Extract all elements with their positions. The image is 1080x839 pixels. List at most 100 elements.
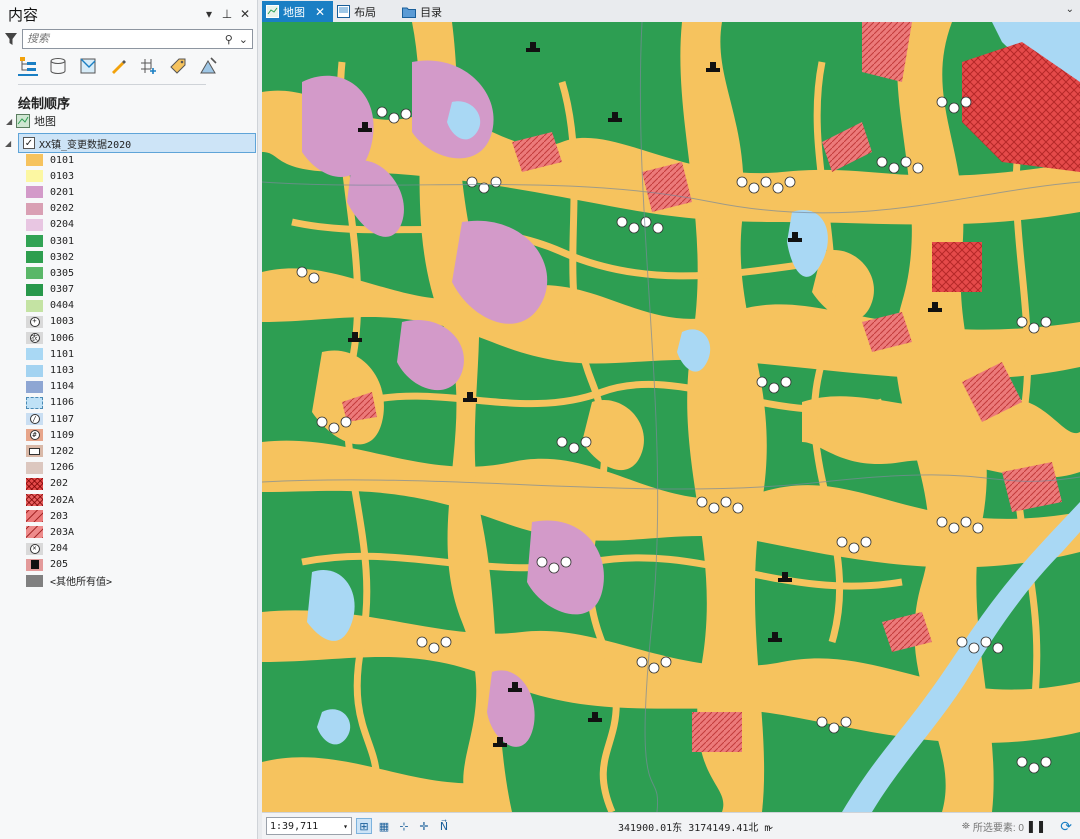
list-by-source-icon[interactable] [48,56,68,76]
legend-swatch [26,380,43,393]
list-by-drawing-order-icon[interactable] [18,56,38,76]
legend-label: 203A [50,526,75,538]
legend-item[interactable]: 0305 [26,265,112,281]
tabs-dropdown-icon[interactable]: ⌄ [1066,4,1074,15]
legend-item[interactable]: 0202 [26,201,112,217]
legend-item[interactable]: 1101 [26,346,112,362]
search-icon[interactable]: ⚲ [225,33,233,46]
legend-item[interactable]: 1104 [26,379,112,395]
pause-drawing-icon[interactable]: ❚❚ [1026,819,1046,833]
legend-item[interactable]: 0101 [26,152,112,168]
drawing-order-heading: 绘制顺序 [18,96,71,111]
tab-map[interactable]: 地图 ✕ [262,1,334,22]
legend-item[interactable]: ✕ 204 [26,541,112,557]
legend-item[interactable]: / 1107 [26,411,112,427]
list-by-perspective-icon[interactable] [198,56,218,76]
legend-swatch [26,186,43,199]
legend-item[interactable]: 0301 [26,233,112,249]
close-tab-icon[interactable]: ✕ [315,5,325,19]
legend-item[interactable]: 1106 [26,395,112,411]
legend-item[interactable]: 0404 [26,298,112,314]
legend-item[interactable]: <其他所有值> [26,573,112,589]
legend-label: 1003 [50,316,75,328]
pin-icon[interactable]: ⊥ [221,7,233,21]
scale-dropdown-icon[interactable]: ▾ [343,822,348,831]
legend-item[interactable]: 202 [26,476,112,492]
legend-symbol-icon: ✕ [29,543,40,554]
legend-label: 1107 [50,413,75,425]
layer-name: XX镇_变更数据2020 [39,139,132,151]
layer-visibility-checkbox[interactable]: ✓ [23,137,35,149]
legend-item[interactable]: 1202 [26,443,112,459]
legend-swatch [26,364,43,377]
legend-swatch [26,251,43,264]
map-canvas[interactable] [262,22,1080,812]
legend-swatch: # [26,429,43,442]
pane-options-icon[interactable]: ▾ [203,7,215,21]
map-icon [16,114,30,128]
legend-item[interactable]: 1206 [26,460,112,476]
legend-label: 202 [50,478,69,490]
list-by-editing-icon[interactable] [108,56,128,76]
legend-swatch [26,283,43,296]
legend-item[interactable]: +1003 [26,314,112,330]
fixed-zoom-icon[interactable]: ⊞ [356,818,372,834]
scale-selector[interactable]: 1:39,711 ▾ [266,817,352,835]
legend-symbol-icon: # [29,430,40,441]
grid-icon[interactable]: ▦ [376,818,392,834]
list-by-labeling-icon[interactable] [168,56,188,76]
legend-item[interactable]: 衣 1006 [26,330,112,346]
tab-layout[interactable]: 布局 [333,1,384,22]
search-options-icon[interactable]: ⌄ [239,33,248,46]
legend-swatch [26,348,43,361]
coordinate-units-dropdown-icon[interactable]: ⌄ [767,821,775,832]
tab-map-label: 地图 [283,6,305,19]
legend-label: 1006 [50,332,75,344]
legend-label: 1103 [50,365,75,377]
selection-icon: ⛯ [961,820,970,832]
north-arrow-icon[interactable]: N⃗ [436,818,452,834]
legend-swatch: ✕ [26,542,43,555]
filter-icon[interactable] [4,32,18,46]
refresh-icon[interactable]: ⟳ [1060,818,1072,835]
legend-item[interactable]: 0204 [26,217,112,233]
legend-swatch [26,267,43,280]
tab-catalog[interactable]: 目录 [398,1,450,22]
legend-symbol-icon: 衣 [29,333,40,344]
legend-item[interactable]: 203A [26,524,112,540]
legend-item[interactable]: 1103 [26,362,112,378]
list-by-selection-icon[interactable] [78,56,98,76]
legend-label: 1104 [50,381,75,393]
search-row: ⚲ ⌄ [0,28,257,50]
map-view[interactable] [262,22,1080,812]
legend-label: 202A [50,494,75,506]
legend-label: 204 [50,543,69,555]
legend-item[interactable]: 202A [26,492,112,508]
close-icon[interactable]: ✕ [239,7,251,21]
selected-features: ⛯ 所选要素: 0 [962,819,1024,834]
list-by-snapping-icon[interactable] [138,56,158,76]
legend-item[interactable]: 205 [26,557,112,573]
legend-item[interactable]: 0302 [26,249,112,265]
legend-label: 203 [50,510,69,522]
layer-node[interactable]: ◢ ✓ XX镇_变更数据2020 [5,133,256,153]
legend-label: <其他所有值> [50,577,113,589]
contents-toolbar [0,50,257,82]
collapse-triangle-icon[interactable]: ◢ [6,117,16,126]
legend-item[interactable]: 0201 [26,184,112,200]
legend-symbol-icon: + [29,316,40,327]
legend-label: 1106 [50,397,75,409]
legend-item[interactable]: 203 [26,508,112,524]
snapping-icon[interactable]: ⊹ [396,818,412,834]
layout-tab-icon [337,5,351,18]
map-node[interactable]: ◢ 地图 [0,112,258,130]
legend-item[interactable]: 0307 [26,282,112,298]
legend-swatch [26,202,43,215]
search-input[interactable] [27,33,177,45]
legend-item[interactable]: #1109 [26,427,112,443]
toolbar-divider [18,84,206,85]
crosshair-icon[interactable]: ✛ [416,818,432,834]
legend-label: 205 [50,559,69,571]
collapse-triangle-icon[interactable]: ◢ [5,139,11,148]
legend-item[interactable]: 0103 [26,168,112,184]
